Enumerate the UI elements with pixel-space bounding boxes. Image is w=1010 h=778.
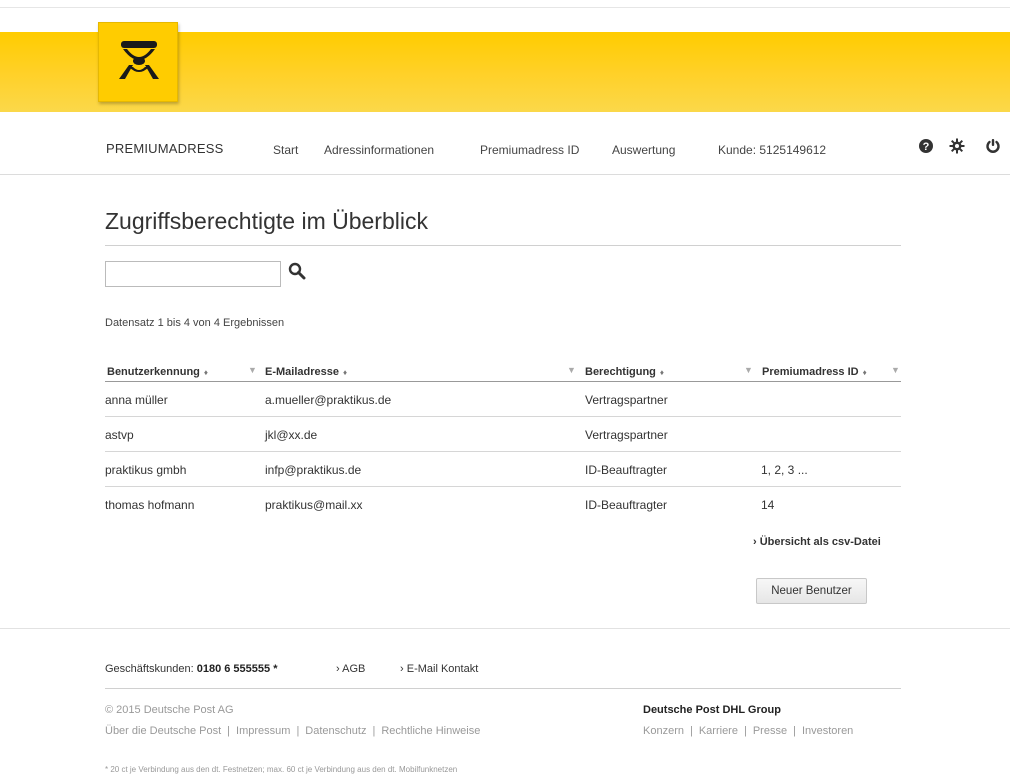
search-input[interactable] (105, 261, 281, 287)
settings-icon[interactable] (949, 138, 965, 154)
power-icon[interactable] (985, 138, 1001, 154)
nav-link-start[interactable]: Start (273, 143, 298, 157)
cell-berechtigung: Vertragspartner (585, 393, 668, 407)
cell-email: praktikus@mail.xx (265, 498, 363, 512)
column-header-premiumadress-id[interactable]: Premiumadress ID ♦ (762, 366, 867, 378)
chevron-right-icon: › (753, 536, 757, 548)
footer-link-investoren[interactable]: Investoren (802, 725, 853, 737)
filter-icon[interactable]: ▼ (248, 365, 257, 375)
chevron-right-icon: › (400, 663, 404, 675)
filter-icon[interactable]: ▼ (744, 365, 753, 375)
title-divider (105, 245, 901, 246)
footer-contact: Geschäftskunden: 0180 6 555555 * (105, 663, 278, 675)
posthorn-icon (119, 41, 159, 79)
cell-benutzerkennung: anna müller (105, 393, 168, 407)
help-icon[interactable]: ? (918, 138, 934, 154)
table-header: Benutzerkennung ♦ ▼ E-Mailadresse ♦ ▼ Bere… (105, 362, 901, 382)
cell-benutzerkennung: praktikus gmbh (105, 463, 187, 477)
cell-benutzerkennung: astvp (105, 428, 134, 442)
sort-icon: ♦ (342, 368, 348, 377)
table-row[interactable]: thomas hofmann praktikus@mail.xx ID-Beau… (105, 487, 901, 522)
group-title: Deutsche Post DHL Group (643, 704, 781, 716)
nav-brand[interactable]: PREMIUMADRESS (106, 141, 223, 156)
copyright: © 2015 Deutsche Post AG (105, 704, 234, 716)
table-row[interactable]: astvp jkl@xx.de Vertragspartner (105, 417, 901, 452)
cell-premiumadress-id: 14 (761, 498, 775, 512)
cell-email: jkl@xx.de (265, 428, 318, 442)
column-header-berechtigung[interactable]: Berechtigung ♦ (585, 366, 664, 378)
nav-link-customer[interactable]: Kunde: 5125149612 (718, 143, 826, 157)
footer-link-presse[interactable]: Presse (753, 725, 787, 737)
footer-rule (105, 688, 901, 689)
search-icon[interactable] (288, 262, 306, 280)
column-header-email[interactable]: E-Mailadresse ♦ (265, 366, 347, 378)
footer-link-konzern[interactable]: Konzern (643, 725, 684, 737)
top-border (0, 0, 1010, 8)
table-row[interactable]: praktikus gmbh infp@praktikus.de ID-Beau… (105, 452, 901, 487)
footer-link-email-kontakt[interactable]: › E-Mail Kontakt (400, 663, 478, 675)
result-count: Datensatz 1 bis 4 von 4 Ergebnissen (105, 317, 285, 329)
nav-link-premiumadress-id[interactable]: Premiumadress ID (480, 143, 579, 157)
cell-berechtigung: ID-Beauftragter (585, 463, 668, 477)
new-user-button[interactable]: Neuer Benutzer (756, 578, 867, 604)
footer-link-impressum[interactable]: Impressum (236, 725, 290, 737)
contact-phone: 0180 6 555555 * (196, 663, 278, 675)
chevron-right-icon: › (336, 663, 340, 675)
nav-divider (0, 174, 1010, 175)
footer-link-agb[interactable]: › AGB (336, 663, 365, 675)
footer-right-links: Konzern | Karriere | Presse | Investoren (643, 725, 854, 737)
cell-benutzerkennung: thomas hofmann (105, 498, 195, 512)
footer-link-rechtliche-hinweise[interactable]: Rechtliche Hinweise (381, 725, 480, 737)
users-table: Benutzerkennung ♦ ▼ E-Mailadresse ♦ ▼ Bere… (105, 362, 901, 522)
disclaimer: * 20 ct je Verbindung aus den dt. Festne… (105, 765, 458, 774)
deutsche-post-logo[interactable] (98, 22, 178, 102)
sort-icon: ♦ (659, 368, 664, 377)
svg-text:?: ? (923, 141, 930, 153)
nav-link-auswertung[interactable]: Auswertung (612, 143, 675, 157)
cell-email: a.mueller@praktikus.de (265, 393, 392, 407)
cell-berechtigung: ID-Beauftragter (585, 498, 668, 512)
csv-export-link[interactable]: › Übersicht als csv-Datei (753, 536, 881, 548)
column-header-benutzerkennung[interactable]: Benutzerkennung ♦ (107, 366, 208, 378)
cell-email: infp@praktikus.de (265, 463, 362, 477)
main-navigation: PREMIUMADRESS Start Adressinformationen … (0, 130, 1010, 170)
footer-link-datenschutz[interactable]: Datenschutz (305, 725, 366, 737)
page-title: Zugriffsberechtigte im Überblick (105, 208, 428, 234)
cell-premiumadress-id: 1, 2, 3 ... (761, 463, 808, 477)
footer-link-karriere[interactable]: Karriere (699, 725, 738, 737)
footer-divider (0, 628, 1010, 629)
sort-icon: ♦ (862, 368, 867, 377)
footer-left-links: Über die Deutsche Post | Impressum | Datensc… (105, 725, 481, 737)
filter-icon[interactable]: ▼ (567, 365, 576, 375)
table-row[interactable]: anna müller a.mueller@praktikus.de Vertr… (105, 382, 901, 417)
filter-icon[interactable]: ▼ (891, 365, 900, 375)
sort-icon: ♦ (203, 368, 208, 377)
nav-link-adressinformationen[interactable]: Adressinformationen (324, 143, 434, 157)
cell-berechtigung: Vertragspartner (585, 428, 668, 442)
footer-link-ueber[interactable]: Über die Deutsche Post (105, 725, 221, 737)
